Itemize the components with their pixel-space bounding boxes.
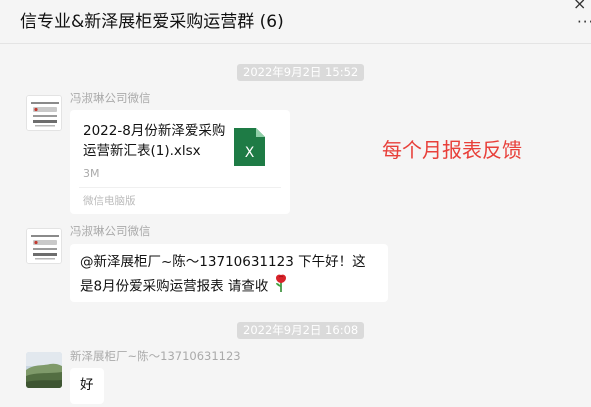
rose-emoji-icon: [273, 273, 289, 300]
divider: [79, 187, 281, 188]
minimize-icon[interactable]: ···: [486, 0, 502, 7]
more-options-icon[interactable]: ···: [577, 13, 591, 31]
excel-letter: X: [245, 145, 255, 161]
excel-file-icon: X: [234, 128, 265, 166]
file-source: 微信电脑版: [83, 195, 136, 207]
company-logo-icon: [27, 229, 61, 263]
message-bubble[interactable]: 好: [70, 368, 104, 404]
sender-name: 新泽展柜厂~陈～13710631123: [70, 349, 241, 363]
avatar[interactable]: [26, 228, 62, 264]
sender-name: 冯淑琳公司微信: [70, 91, 151, 105]
file-size: 3M: [83, 167, 100, 180]
sender-name: 冯淑琳公司微信: [70, 224, 151, 238]
file-message-card[interactable]: 2022-8月份新泽爱采购运营新汇表(1).xlsx X 3M 微信电脑版: [70, 110, 290, 214]
avatar[interactable]: [26, 352, 62, 388]
timestamp: 2022年9月2日 16:08: [237, 322, 365, 339]
message-text: 好: [80, 377, 94, 393]
avatar[interactable]: [26, 95, 62, 131]
chat-header: 信专业&新泽展柜爱采购运营群 (6) ··· × ···: [0, 0, 591, 44]
file-name: 2022-8月份新泽爱采购运营新汇表(1).xlsx: [83, 123, 226, 159]
annotation-text: 每个月报表反馈: [382, 138, 522, 162]
message-bubble[interactable]: @新泽展柜厂~陈～13710631123 下午好！这是8月份爱采购运营报表 请查…: [70, 244, 388, 302]
message-text: @新泽展柜厂~陈～13710631123 下午好！这是8月份爱采购运营报表 请查…: [80, 254, 366, 295]
company-logo-icon: [27, 96, 61, 130]
chat-title[interactable]: 信专业&新泽展柜爱采购运营群 (6): [20, 7, 284, 32]
landscape-avatar-icon: [26, 352, 62, 388]
close-icon[interactable]: ×: [573, 0, 586, 13]
timestamp: 2022年9月2日 15:52: [237, 64, 365, 81]
